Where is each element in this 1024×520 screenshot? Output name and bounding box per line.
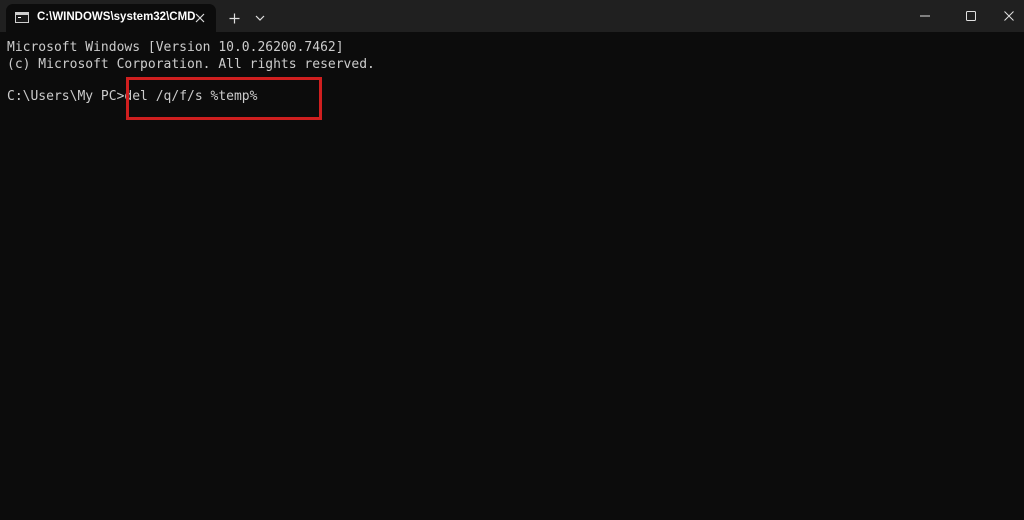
- plus-icon: [229, 13, 239, 23]
- close-icon: [1004, 11, 1014, 21]
- command-highlight-box: [126, 77, 322, 120]
- close-icon: [195, 13, 205, 23]
- minimize-button[interactable]: [902, 0, 948, 32]
- tab-dropdown-button[interactable]: [251, 8, 269, 28]
- title-bar: C:\WINDOWS\system32\CMD: [0, 0, 1024, 32]
- cmd-terminal-icon: [15, 12, 29, 23]
- close-tab-button[interactable]: [190, 8, 210, 28]
- terminal-window: C:\WINDOWS\system32\CMD Microsoft Window…: [0, 0, 1024, 520]
- new-tab-button[interactable]: [224, 8, 244, 28]
- tab-cmd[interactable]: C:\WINDOWS\system32\CMD: [6, 4, 216, 32]
- tab-title: C:\WINDOWS\system32\CMD: [37, 11, 196, 23]
- maximize-icon: [966, 11, 976, 21]
- close-window-button[interactable]: [994, 0, 1024, 32]
- console-output[interactable]: Microsoft Windows [Version 10.0.26200.74…: [0, 32, 1024, 520]
- chevron-down-icon: [255, 15, 265, 21]
- console-line: (c) Microsoft Corporation. All rights re…: [7, 57, 375, 72]
- console-line: Microsoft Windows [Version 10.0.26200.74…: [7, 40, 344, 55]
- maximize-button[interactable]: [948, 0, 994, 32]
- minimize-icon: [920, 15, 930, 17]
- command-prompt: C:\Users\My PC>: [7, 89, 125, 104]
